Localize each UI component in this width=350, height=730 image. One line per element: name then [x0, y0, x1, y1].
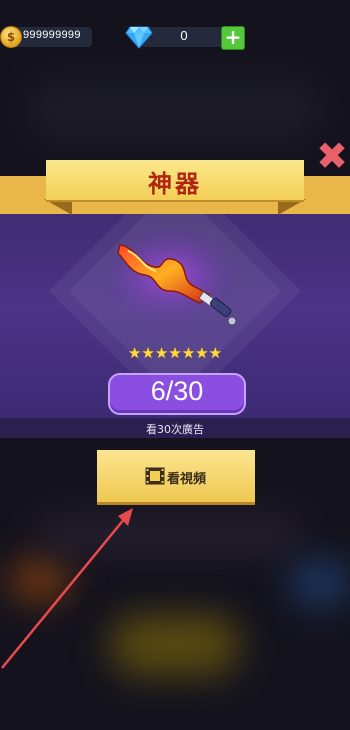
progress-count: 6/30 — [150, 376, 204, 406]
add-gems-button[interactable]: + — [221, 26, 245, 50]
ribbon-fold-left — [44, 199, 72, 215]
star-rating: ★★★★★★★ — [127, 344, 223, 362]
close-button[interactable]: ✖ — [314, 137, 350, 175]
film-video-icon — [145, 467, 165, 485]
coin-icon: $ — [0, 26, 22, 48]
coin-amount: 999999999 — [23, 29, 81, 41]
ads-requirement-text: 看30次廣告 — [146, 423, 204, 436]
flaming-dagger-icon — [100, 225, 240, 326]
background-glow-top — [30, 80, 320, 140]
watch-video-label: 看視頻 — [167, 472, 207, 487]
gem-amount: 0 — [180, 28, 188, 43]
dialog-title: 神器 — [148, 169, 202, 198]
background-glow-blue — [290, 560, 350, 605]
diamond-gem-icon — [125, 26, 153, 49]
close-icon: ✖ — [316, 134, 348, 178]
plus-icon: + — [224, 25, 242, 49]
currency-bar: $ 999999999 0 + — [0, 0, 350, 60]
ribbon-fold-right — [278, 199, 306, 215]
pointer-arrow-icon — [1, 508, 133, 669]
